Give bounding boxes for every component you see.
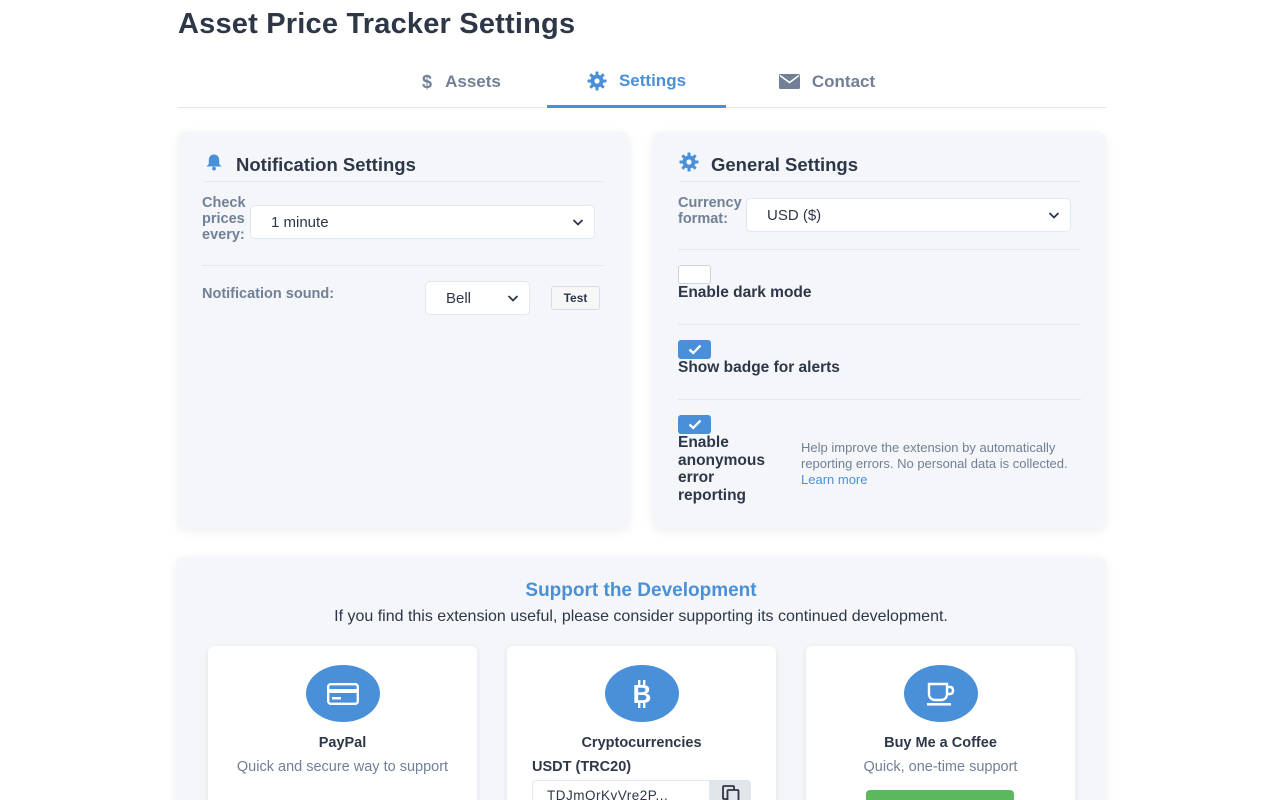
coffee-description: Quick, one-time support (863, 759, 1018, 775)
test-sound-button[interactable]: Test (551, 286, 600, 310)
credit-card-icon (306, 665, 380, 722)
bitcoin-icon: B (605, 665, 679, 722)
support-subtitle: If you find this extension useful, pleas… (334, 608, 948, 625)
dark-mode-label: Enable dark mode (678, 284, 812, 301)
divider (678, 399, 1081, 400)
envelope-icon (778, 74, 800, 89)
notification-settings-card: Notification Settings (178, 132, 629, 529)
crypto-address-field[interactable]: TDJmQrKyVre2P... (532, 780, 710, 800)
tab-bar: $ Assets Settings Contact (178, 56, 1106, 108)
support-title: Support the Development (525, 580, 757, 601)
copy-icon (721, 785, 739, 800)
paypal-card: PayPal Quick and secure way to support (208, 646, 477, 800)
coffee-title: Buy Me a Coffee (884, 735, 997, 751)
buy-coffee-button[interactable] (866, 790, 1014, 800)
gear-icon (587, 71, 607, 91)
tab-settings[interactable]: Settings (547, 56, 726, 108)
learn-more-link[interactable]: Learn more (801, 472, 867, 487)
check-icon (688, 344, 701, 355)
crypto-title: Cryptocurrencies (581, 735, 702, 751)
crypto-network-label: USDT (TRC20) (532, 759, 632, 775)
error-reporting-help-text: Help improve the extension by automatica… (801, 440, 1068, 487)
crypto-card: B Cryptocurrencies USDT (TRC20) TDJmQrKy… (507, 646, 776, 800)
paypal-title: PayPal (318, 735, 367, 751)
paypal-description: Quick and secure way to support (236, 759, 449, 775)
check-icon (688, 419, 701, 430)
page-title: Asset Price Tracker Settings (178, 8, 576, 40)
tab-assets[interactable]: $ Assets (406, 56, 516, 107)
chevron-down-icon (572, 219, 584, 226)
tab-contact[interactable]: Contact (764, 56, 890, 107)
currency-format-select[interactable]: USD ($) (746, 198, 1071, 232)
check-interval-select[interactable]: 1 minute (250, 205, 595, 239)
error-reporting-label: Enable anonymous error reporting (678, 434, 765, 504)
copy-address-button[interactable] (710, 780, 751, 800)
chevron-down-icon (507, 295, 519, 302)
divider (678, 324, 1081, 325)
svg-text:$: $ (422, 73, 432, 91)
currency-format-label: Currency format: (678, 195, 742, 227)
tab-assets-label: Assets (445, 71, 501, 91)
svg-text:B: B (633, 679, 652, 709)
tab-settings-label: Settings (618, 70, 687, 90)
error-reporting-toggle[interactable] (678, 415, 711, 434)
tab-contact-label: Contact (811, 71, 876, 91)
notification-sound-select[interactable]: Bell (425, 281, 530, 315)
general-settings-header: General Settings (679, 148, 1080, 182)
divider (202, 265, 604, 266)
dollar-icon: $ (421, 73, 433, 91)
coffee-card: Buy Me a Coffee Quick, one-time support (806, 646, 1075, 800)
divider (678, 249, 1081, 250)
badge-alerts-label: Show badge for alerts (678, 359, 840, 376)
check-interval-label: Check prices every: (202, 195, 246, 243)
notification-settings-title: Notification Settings (236, 153, 416, 175)
coffee-icon (904, 665, 978, 722)
chevron-down-icon (1048, 212, 1060, 219)
badge-alerts-toggle[interactable] (678, 340, 711, 359)
notification-sound-label: Notification sound: (202, 286, 335, 302)
notification-settings-header: Notification Settings (204, 148, 603, 182)
bell-icon (204, 153, 224, 176)
dark-mode-toggle[interactable] (678, 265, 711, 284)
general-settings-title: General Settings (711, 153, 859, 175)
gear-icon (679, 152, 699, 177)
